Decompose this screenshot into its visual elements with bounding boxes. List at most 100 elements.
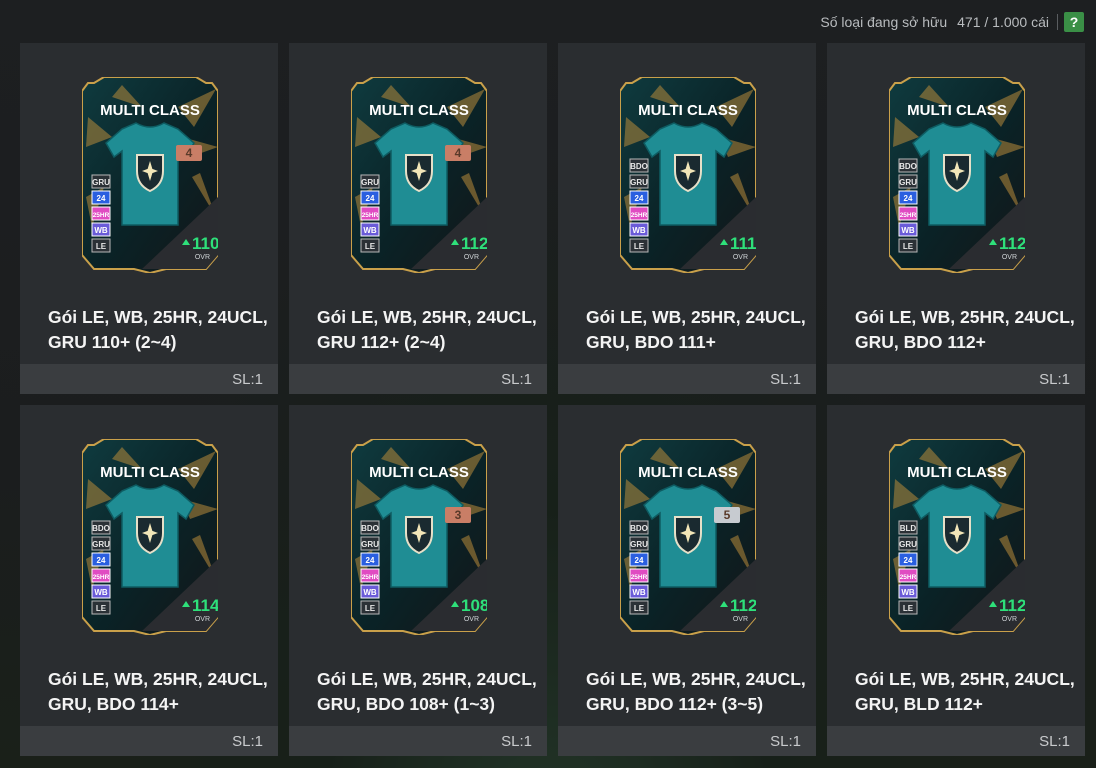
pack-quantity-bar: SL:1: [289, 726, 547, 756]
class-tag-text: LE: [903, 242, 914, 251]
class-tag-text: 25HR: [900, 574, 917, 581]
pack-card-image: MULTI CLASS 4 GRU 24 25HR WB LE 110 OVR: [82, 77, 218, 273]
pack-title: Gói LE, WB, 25HR, 24UCL, GRU, BDO 112+ (…: [586, 669, 806, 714]
card-class-title: MULTI CLASS: [369, 102, 469, 119]
help-button[interactable]: ?: [1064, 12, 1084, 32]
class-tag-text: GRU: [92, 178, 110, 187]
pack-card-image: MULTI CLASS 4 GRU 24 25HR WB LE 112 OVR: [351, 77, 487, 273]
owned-summary: Số loại đang sở hữu 471 / 1.000 cái ?: [820, 9, 1084, 35]
ovr-label: OVR: [195, 254, 210, 261]
pack-item[interactable]: MULTI CLASS 4 GRU 24 25HR WB LE 112 OVR Gói LE, …: [289, 43, 547, 394]
pack-quantity: SL:1: [501, 732, 532, 750]
class-tag-text: 24: [635, 194, 644, 203]
ovr-label: OVR: [195, 616, 210, 623]
card-class-title: MULTI CLASS: [100, 464, 200, 481]
class-tag-text: 25HR: [631, 212, 648, 219]
class-tag-text: 24: [97, 556, 106, 565]
ovr-value: 114: [192, 596, 218, 615]
class-tag-text: LE: [365, 242, 376, 251]
pack-quantity-bar: SL:1: [20, 364, 278, 394]
pack-title: Gói LE, WB, 25HR, 24UCL, GRU, BDO 111+: [586, 307, 806, 352]
class-tag-text: LE: [96, 242, 107, 251]
pack-quantity: SL:1: [1039, 732, 1070, 750]
class-tag-text: 25HR: [362, 574, 379, 581]
pack-card-image: MULTI CLASS 5 BDO GRU 24 25HR WB LE 112 OVR: [620, 439, 756, 635]
pack-item[interactable]: MULTI CLASS BLD GRU 24 25HR WB LE 112 OVR Gói LE…: [827, 405, 1085, 756]
card-class-title: MULTI CLASS: [638, 102, 738, 119]
class-tag-text: LE: [634, 604, 645, 613]
card-class-title: MULTI CLASS: [369, 464, 469, 481]
pack-title: Gói LE, WB, 25HR, 24UCL, GRU, BLD 112+: [855, 669, 1075, 714]
pack-quantity-bar: SL:1: [289, 364, 547, 394]
class-tag-text: GRU: [361, 178, 379, 187]
class-tag-text: BDO: [630, 524, 648, 533]
ovr-label: OVR: [464, 254, 479, 261]
ovr-value: 110: [192, 234, 218, 253]
class-tag-text: BDO: [899, 162, 917, 171]
pack-item[interactable]: MULTI CLASS 4 GRU 24 25HR WB LE 110 OVR Gói LE, …: [20, 43, 278, 394]
ovr-value: 112: [461, 234, 487, 253]
class-tag-text: WB: [632, 226, 646, 235]
divider: [1057, 14, 1058, 30]
pack-quantity-bar: SL:1: [558, 726, 816, 756]
pack-quantity: SL:1: [770, 370, 801, 388]
pack-item[interactable]: MULTI CLASS BDO GRU 24 25HR WB LE 112 OVR Gói LE…: [827, 43, 1085, 394]
pack-title: Gói LE, WB, 25HR, 24UCL, GRU 110+ (2~4): [48, 307, 268, 352]
ovr-value: 112: [730, 596, 756, 615]
pack-quantity: SL:1: [501, 370, 532, 388]
class-tag-text: GRU: [899, 178, 917, 187]
class-tag-text: LE: [634, 242, 645, 251]
multiclass-card-svg: MULTI CLASS 5 BDO GRU 24 25HR WB LE 112OVR: [620, 439, 756, 635]
pack-quantity: SL:1: [1039, 370, 1070, 388]
class-tag-text: LE: [96, 604, 107, 613]
ovr-value: 112: [999, 234, 1025, 253]
multiclass-card-svg: MULTI CLASS 4 GRU 24 25HR WB LE 110OVR: [82, 77, 218, 273]
pack-title: Gói LE, WB, 25HR, 24UCL, GRU, BDO 112+: [855, 307, 1075, 352]
multiclass-card-svg: MULTI CLASS BDO GRU 24 25HR WB LE 111OVR: [620, 77, 756, 273]
class-tag-text: WB: [901, 226, 915, 235]
ovr-value: 112: [999, 596, 1025, 615]
pack-quantity-bar: SL:1: [20, 726, 278, 756]
card-class-title: MULTI CLASS: [907, 102, 1007, 119]
level-badge-text: 4: [455, 146, 462, 160]
ovr-label: OVR: [464, 616, 479, 623]
pack-title: Gói LE, WB, 25HR, 24UCL, GRU 112+ (2~4): [317, 307, 537, 352]
class-tag-text: 24: [904, 556, 913, 565]
pack-card-image: MULTI CLASS BDO GRU 24 25HR WB LE 111 OVR: [620, 77, 756, 273]
class-tag-text: GRU: [899, 540, 917, 549]
class-tag-text: GRU: [630, 178, 648, 187]
ovr-label: OVR: [1002, 254, 1017, 261]
class-tag-text: 24: [635, 556, 644, 565]
multiclass-card-svg: MULTI CLASS BDO GRU 24 25HR WB LE 114OVR: [82, 439, 218, 635]
class-tag-text: LE: [903, 604, 914, 613]
pack-card-image: MULTI CLASS BDO GRU 24 25HR WB LE 114 OVR: [82, 439, 218, 635]
card-class-title: MULTI CLASS: [907, 464, 1007, 481]
pack-quantity: SL:1: [770, 732, 801, 750]
class-tag-text: BDO: [630, 162, 648, 171]
class-tag-text: 25HR: [362, 212, 379, 219]
pack-card-image: MULTI CLASS 3 BDO GRU 24 25HR WB LE 108 OVR: [351, 439, 487, 635]
level-badge-text: 4: [186, 146, 193, 160]
ovr-value: 111: [730, 234, 756, 253]
class-tag-text: GRU: [361, 540, 379, 549]
ovr-label: OVR: [1002, 616, 1017, 623]
pack-quantity-bar: SL:1: [827, 726, 1085, 756]
pack-item[interactable]: MULTI CLASS 5 BDO GRU 24 25HR WB LE 112 OVR Gói L…: [558, 405, 816, 756]
card-class-title: MULTI CLASS: [638, 464, 738, 481]
class-tag-text: WB: [363, 588, 377, 597]
class-tag-text: WB: [363, 226, 377, 235]
class-tag-text: 24: [366, 556, 375, 565]
pack-title: Gói LE, WB, 25HR, 24UCL, GRU, BDO 108+ (…: [317, 669, 537, 714]
class-tag-text: WB: [94, 588, 108, 597]
class-tag-text: WB: [632, 588, 646, 597]
pack-quantity-bar: SL:1: [827, 364, 1085, 394]
pack-item[interactable]: MULTI CLASS BDO GRU 24 25HR WB LE 111 OVR Gói LE…: [558, 43, 816, 394]
class-tag-text: GRU: [92, 540, 110, 549]
pack-item[interactable]: MULTI CLASS BDO GRU 24 25HR WB LE 114 OVR Gói LE…: [20, 405, 278, 756]
pack-item[interactable]: MULTI CLASS 3 BDO GRU 24 25HR WB LE 108 OVR Gói L…: [289, 405, 547, 756]
pack-title: Gói LE, WB, 25HR, 24UCL, GRU, BDO 114+: [48, 669, 268, 714]
class-tag-text: 24: [97, 194, 106, 203]
class-tag-text: 24: [904, 194, 913, 203]
level-badge-text: 5: [724, 508, 731, 522]
pack-quantity-bar: SL:1: [558, 364, 816, 394]
